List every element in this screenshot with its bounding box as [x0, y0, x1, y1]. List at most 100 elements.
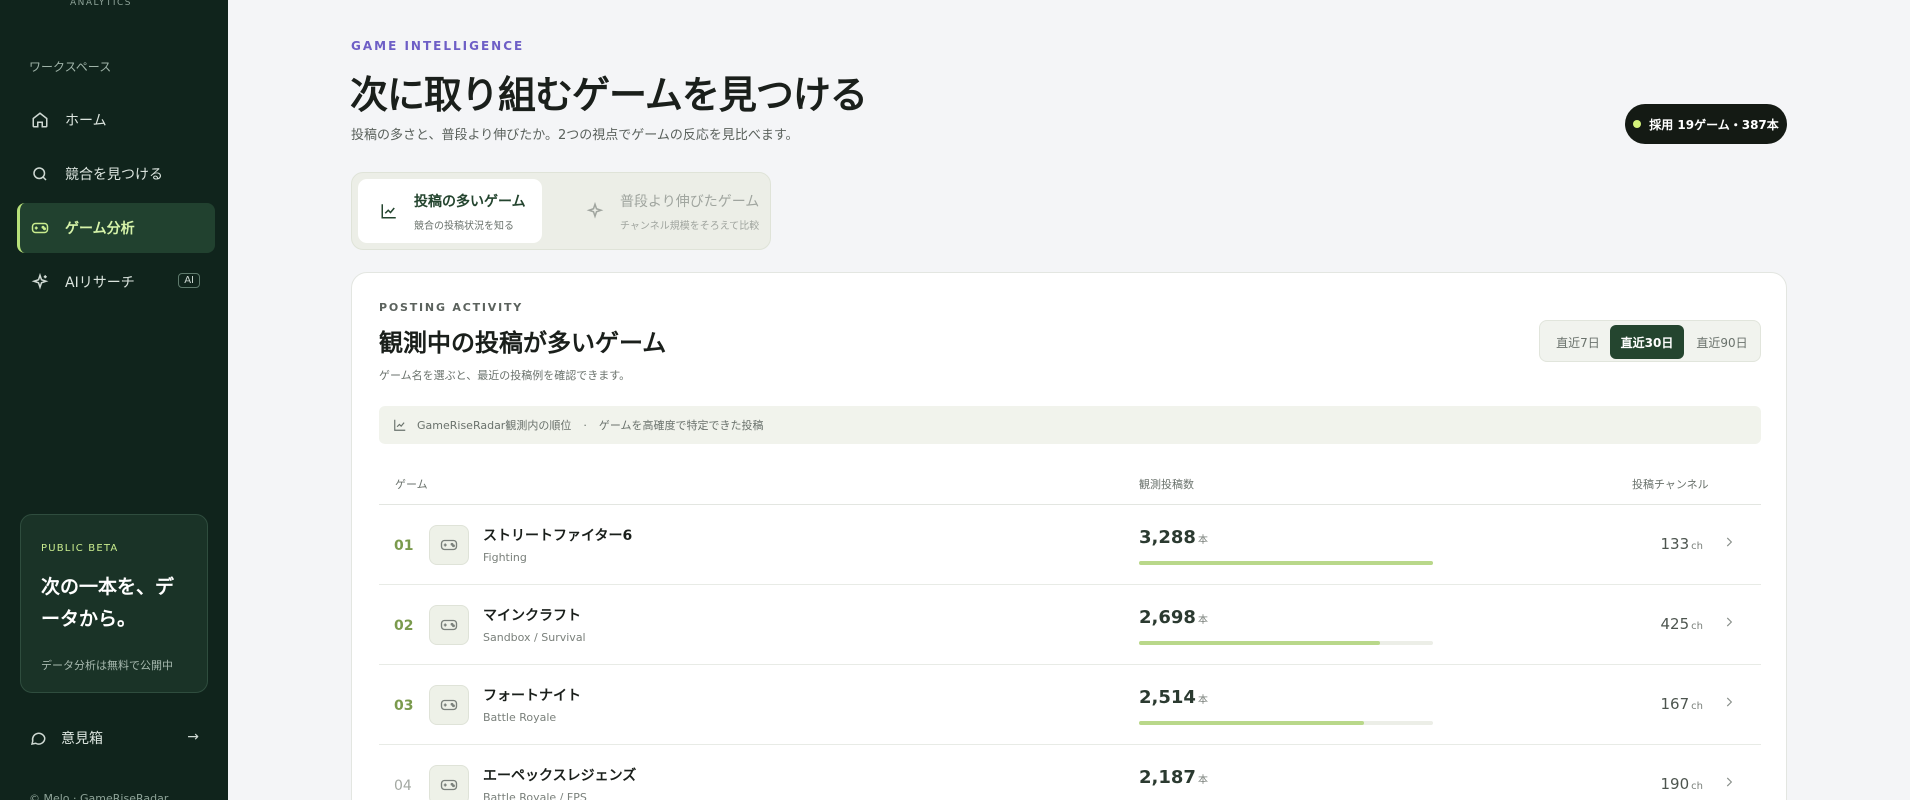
tab-title: 普段より伸びたゲーム — [620, 193, 760, 210]
chevron-right-icon[interactable] — [1722, 775, 1736, 789]
sidebar-item-label: ゲーム分析 — [65, 221, 135, 237]
info-left: GameRiseRadar観測内の順位 — [417, 419, 572, 432]
beta-note: データ分析は無料で公開中 — [41, 659, 173, 672]
gamepad-icon — [429, 605, 469, 645]
period-90d-button[interactable]: 直近90日 — [1688, 325, 1756, 359]
feedback-label: 意見箱 — [61, 731, 103, 747]
table-row[interactable]: 02 マインクラフト Sandbox / Survival 2,698 本 425 ch — [379, 585, 1761, 665]
sidebar-item-ai-research[interactable]: AIリサーチ AI — [17, 257, 215, 307]
adopted-count-text: 採用 19ゲーム・387本 — [1649, 117, 1779, 132]
tab-most-posted[interactable]: 投稿の多いゲーム 競合の投稿状況を知る — [358, 179, 542, 243]
post-unit: 本 — [1197, 695, 1208, 706]
post-count: 2,514 本 — [1139, 687, 1208, 708]
game-genre: Sandbox / Survival — [483, 631, 586, 644]
tab-subtitle: チャンネル規模をそろえて比較 — [620, 220, 760, 232]
channel-count-value: 190 — [1660, 775, 1690, 793]
column-header-posts: 観測投稿数 — [1139, 478, 1194, 491]
beta-title: 次の一本を、データから。 — [41, 576, 175, 630]
post-bar-track — [1139, 641, 1433, 645]
feedback-link[interactable]: 意見箱 → — [29, 726, 199, 750]
sidebar-item-game-analysis[interactable]: ゲーム分析 — [17, 203, 215, 253]
tab-subtitle: 競合の投稿状況を知る — [414, 220, 514, 232]
mode-tabs: 投稿の多いゲーム 競合の投稿状況を知る 普段より伸びたゲーム チャンネル規模をそ… — [351, 172, 771, 250]
line-chart-icon — [378, 202, 400, 220]
chevron-right-icon[interactable] — [1722, 695, 1736, 709]
channel-count-value: 167 — [1660, 695, 1690, 713]
table-row[interactable]: 03 フォートナイト Battle Royale 2,514 本 167 ch — [379, 665, 1761, 745]
post-bar-fill — [1139, 641, 1381, 645]
sidebar-item-competitors[interactable]: 競合を見つける — [17, 149, 215, 199]
post-unit: 本 — [1197, 535, 1208, 546]
beta-tag: PUBLIC BETA — [41, 543, 119, 554]
post-unit: 本 — [1197, 775, 1208, 786]
page-title: 次に取り組むゲームを見つける — [350, 73, 868, 117]
game-genre: Fighting — [483, 551, 527, 564]
post-bar-fill — [1139, 561, 1433, 565]
message-icon — [29, 729, 47, 747]
post-bar-fill — [1139, 721, 1364, 725]
channel-count-value: 133 — [1660, 535, 1690, 553]
arrow-right-icon: → — [187, 729, 199, 745]
home-icon — [29, 109, 51, 131]
copyright: © Melo · GameRiseRadar — [29, 792, 169, 800]
chevron-right-icon[interactable] — [1722, 615, 1736, 629]
sparkle-icon — [584, 202, 606, 220]
page-eyebrow: GAME INTELLIGENCE — [351, 39, 525, 53]
table-row[interactable]: 01 ストリートファイター6 Fighting 3,288 本 133 ch — [379, 505, 1761, 585]
posting-activity-card: POSTING ACTIVITY 観測中の投稿が多いゲーム ゲーム名を選ぶと、最… — [351, 272, 1787, 800]
page-subtitle: 投稿の多さと、普段より伸びたか。2つの視点でゲームの反応を見比べます。 — [351, 128, 799, 143]
period-selector: 直近7日 直近30日 直近90日 — [1539, 320, 1761, 362]
game-name-link[interactable]: エーペックスレジェンズ — [483, 765, 636, 785]
tab-title: 投稿の多いゲーム — [414, 193, 526, 210]
card-eyebrow: POSTING ACTIVITY — [379, 301, 524, 314]
sidebar-item-home[interactable]: ホーム — [17, 95, 215, 145]
channel-unit: ch — [1691, 621, 1703, 632]
rank-number: 02 — [394, 618, 414, 634]
sidebar-item-label: 競合を見つける — [65, 167, 163, 183]
gamepad-icon — [429, 525, 469, 565]
channel-unit: ch — [1691, 541, 1703, 552]
workspace-label: ワークスペース — [29, 60, 112, 74]
post-unit: 本 — [1197, 615, 1208, 626]
channel-count: 190 ch — [1661, 775, 1703, 793]
rank-number: 03 — [394, 698, 414, 714]
post-count: 3,288 本 — [1139, 527, 1208, 548]
sidebar: ANALYTICS ワークスペース ホーム 競合を見つける ゲーム分析 AIリサ… — [0, 0, 228, 800]
tab-outperforming[interactable]: 普段より伸びたゲーム チャンネル規模をそろえて比較 — [564, 179, 764, 243]
gamepad-icon — [429, 765, 469, 800]
post-count-value: 2,187 — [1139, 767, 1196, 788]
sparkle-icon — [29, 271, 51, 293]
post-count: 2,187 本 — [1139, 767, 1208, 788]
sidebar-item-label: ホーム — [65, 113, 107, 129]
post-count-value: 2,698 — [1139, 607, 1196, 628]
info-bar: GameRiseRadar観測内の順位 · ゲームを高確度で特定できた投稿 — [379, 406, 1761, 444]
beta-card: PUBLIC BETA 次の一本を、データから。 データ分析は無料で公開中 — [20, 514, 208, 693]
column-header-game: ゲーム — [395, 478, 428, 491]
post-bar-track — [1139, 561, 1433, 565]
ai-badge: AI — [178, 273, 200, 288]
table-row[interactable]: 04 エーペックスレジェンズ Battle Royale / FPS 2,187 本 19… — [379, 745, 1761, 800]
game-genre: Battle Royale — [483, 711, 557, 724]
post-bar-track — [1139, 721, 1433, 725]
channel-count: 133 ch — [1661, 535, 1703, 553]
post-count: 2,698 本 — [1139, 607, 1208, 628]
post-count-value: 3,288 — [1139, 527, 1196, 548]
gamepad-icon — [429, 685, 469, 725]
game-genre: Battle Royale / FPS — [483, 791, 587, 800]
game-name-link[interactable]: マインクラフト — [483, 605, 581, 625]
game-name-link[interactable]: フォートナイト — [483, 685, 581, 705]
line-chart-icon — [393, 418, 407, 432]
column-header-channels: 投稿チャンネル — [1632, 478, 1709, 491]
channel-count: 167 ch — [1661, 695, 1703, 713]
brand-subtitle: ANALYTICS — [70, 0, 133, 8]
gamepad-icon — [29, 217, 51, 239]
sidebar-item-label: AIリサーチ — [65, 275, 135, 291]
period-7d-button[interactable]: 直近7日 — [1546, 325, 1610, 359]
game-name-link[interactable]: ストリートファイター6 — [483, 525, 632, 545]
period-30d-button[interactable]: 直近30日 — [1610, 325, 1684, 359]
adopted-count-badge: 採用 19ゲーム・387本 — [1625, 104, 1787, 144]
chevron-right-icon[interactable] — [1722, 535, 1736, 549]
rank-number: 04 — [394, 778, 412, 794]
card-title: 観測中の投稿が多いゲーム — [379, 329, 667, 357]
channel-unit: ch — [1691, 701, 1703, 712]
